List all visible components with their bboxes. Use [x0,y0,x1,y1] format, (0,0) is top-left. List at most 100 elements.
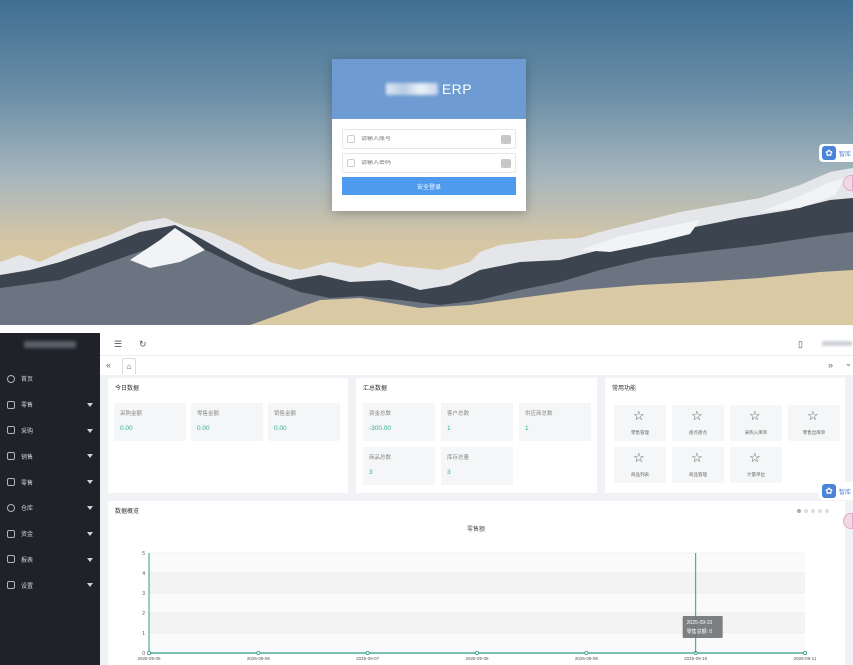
stat-label: 采购金额 [120,411,143,417]
username-field[interactable] [342,129,516,149]
password-field[interactable] [342,153,516,173]
data-point [584,650,589,655]
caret-down-icon [87,505,93,510]
sidebar-item-purchase[interactable]: 采购 [0,418,100,444]
float-help-tab[interactable]: ✿ 智库 [819,144,853,162]
sidebar-item-retail-2[interactable]: 零售 [0,469,100,495]
chevron-down-icon[interactable]: ⌄ [845,359,852,368]
sidebar-item-label: 销售 [21,454,34,461]
refresh-icon[interactable]: ↻ [139,339,147,350]
sidebar-item-home[interactable]: 首页 [0,366,100,392]
y-tick-label: 2 [142,611,145,617]
home-tab[interactable]: ⌂ [122,358,136,374]
stat-label: 资金总数 [369,411,392,417]
tooltip-value: 零售总额: 0 [687,628,713,635]
stat-value: 3 [369,469,373,476]
function-purchase-inbound[interactable]: ☆ 采购入库单 [730,405,782,441]
star-icon: ☆ [749,408,761,423]
x-tick-label: 2025-09-07 [356,656,380,661]
chart-title: 零售额 [467,525,485,533]
grid-band [149,553,805,573]
card-title: 常用功能 [612,386,637,392]
function-retail-management[interactable]: ☆ 零售管理 [614,405,666,441]
scroll-left-icon[interactable]: « [106,360,111,370]
function-units[interactable]: ☆ 计量单位 [730,447,782,483]
sidebar-item-label: 采购 [21,428,34,435]
x-tick-label: 2025-09-05 [137,656,161,661]
x-tick-label: 2025-09-06 [247,656,271,661]
sidebar-item-label: 仓库 [21,506,34,513]
sidebar-item-label: 报表 [21,557,34,564]
cart-icon [7,426,15,435]
float-help-tab[interactable]: ✿ 智库 [819,482,853,500]
home-icon [7,374,15,383]
data-point [803,650,808,655]
stat-product-total: 商品总数 3 [363,447,435,485]
stat-fund-total: 资金总数 -300.00 [363,403,435,441]
document-icon[interactable]: ▯ [798,339,803,350]
sidebar-item-settings[interactable]: 设置 [0,572,100,598]
function-stocktaking[interactable]: ☆ 盘点盘点 [672,405,724,441]
common-functions-card: 常用功能 ☆ 零售管理 ☆ 盘点盘点 ☆ 采购入库单 ☆ 零售出库单 ☆ 商品列… [605,378,845,493]
card-title: 今日数据 [115,386,140,392]
caret-down-icon [87,480,93,485]
brand-logo-blurred [385,83,438,95]
y-tick-label: 1 [142,631,145,637]
retail-chart: 零售额 0123452025-09-05 2025-09-06 2025-09-07… [137,525,816,661]
x-tick-label: 2025-09-10 [684,656,708,661]
sidebar-item-sales[interactable]: 销售 [0,443,100,469]
stat-label: 销售金额 [274,411,297,417]
caret-down-icon [87,557,93,562]
caret-down-icon [87,454,93,459]
data-overview-card: 数据概览 零售额 0 1 2 3 4 5 2025-09-05 2025-09-06 2025-… [108,501,845,665]
float-pink-tab[interactable] [843,175,853,191]
sidebar-item-warehouse[interactable]: 仓库 [0,495,100,521]
y-tick-label: 4 [142,571,145,577]
today-data-card: 今日数据 采购金额 0.00 零售金额 0.00 销售金额 0.00 [108,378,348,493]
login-button[interactable]: 安全登录 [342,177,516,195]
sidebar-item-reports[interactable]: 报表 [0,547,100,573]
star-icon: ☆ [691,408,703,423]
sidebar-item-label: 资金 [21,532,34,539]
login-header: ERP [332,59,526,119]
keyboard-icon[interactable] [501,158,511,168]
login-card: ERP 安全登录 [332,59,526,211]
stat-value: 1 [525,425,529,432]
stat-label: 零售金额 [197,411,220,417]
stat-sales-amount: 销售金额 0.00 [268,403,340,441]
summary-data-card: 汇总数据 资金总数 -300.00 客户总数 1 供应商总数 1 商品总数 3 … [356,378,597,493]
robot-icon: ✿ [822,484,836,498]
tooltip-date: 2025-09-10 [687,620,713,626]
stat-purchase-amount: 采购金额 0.00 [114,403,186,441]
user-name-blurred[interactable] [822,341,852,346]
stat-value: 1 [447,425,451,432]
grid-band [149,573,805,593]
login-screen: ERP 安全登录 ✿ 智库 [0,0,853,325]
function-product-management[interactable]: ☆ 商品管理 [672,447,724,483]
user-icon [347,135,355,143]
function-retail-outbound[interactable]: ☆ 零售出库单 [788,405,840,441]
username-input[interactable] [361,136,491,142]
star-icon: ☆ [749,450,761,465]
function-product-list[interactable]: ☆ 商品列表 [614,447,666,483]
data-point [365,650,370,655]
caret-down-icon [87,531,93,536]
warehouse-icon [7,503,15,512]
sidebar-item-retail[interactable]: 零售 [0,392,100,418]
keyboard-icon[interactable] [501,134,511,144]
stat-value: 0.00 [120,425,133,432]
stat-label: 供应商总数 [525,411,553,417]
star-icon: ☆ [691,450,703,465]
stat-supplier-total: 供应商总数 1 [519,403,591,441]
tab-bar: « ⌂ » ⌄ [100,355,853,375]
password-input[interactable] [361,160,491,166]
star-icon: ☆ [633,450,645,465]
menu-collapse-icon[interactable]: ☰ [114,339,122,350]
stat-customer-total: 客户总数 1 [441,403,513,441]
float-pink-tab[interactable] [843,513,853,529]
data-point [256,650,261,655]
scroll-right-icon[interactable]: » [828,360,833,370]
sidebar-item-finance[interactable]: 资金 [0,521,100,547]
function-label: 盘点盘点 [689,430,707,435]
function-label: 采购入库单 [744,430,768,435]
